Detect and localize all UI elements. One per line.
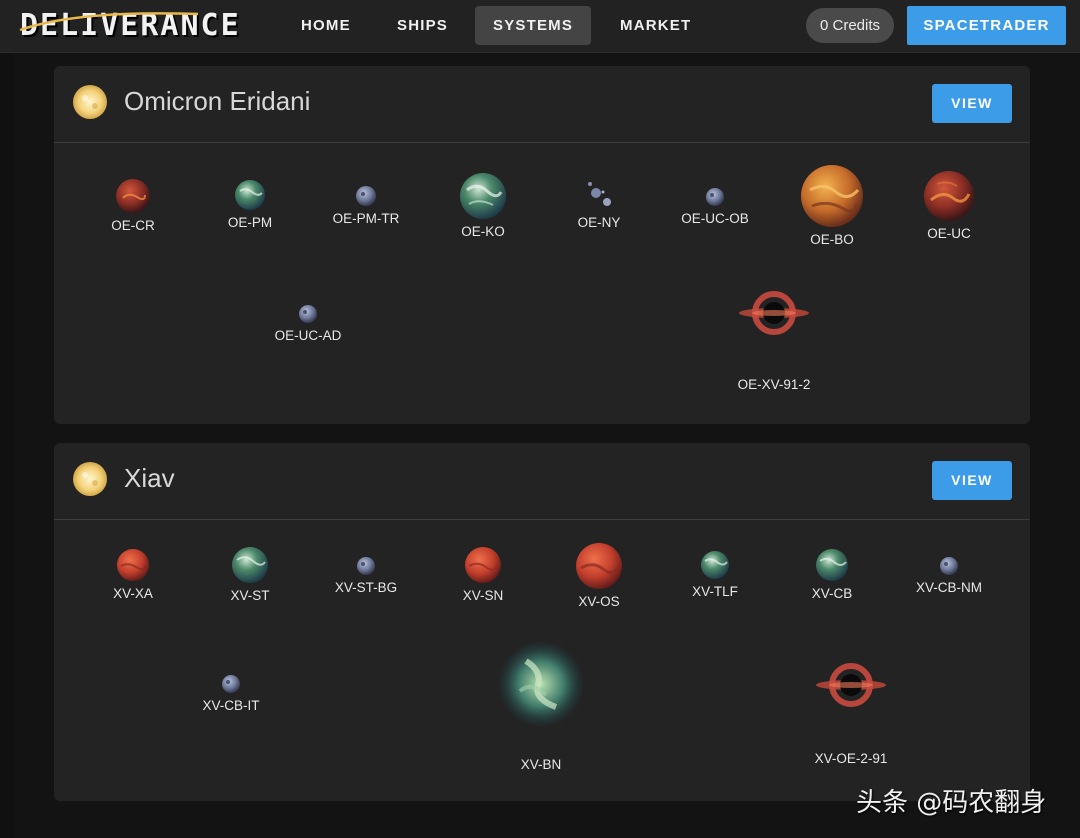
body-label: XV-CB <box>811 586 853 601</box>
body-label: XV-ST <box>230 588 270 603</box>
system-card-header: Xiav VIEW <box>54 443 1030 520</box>
moon-icon <box>940 557 958 575</box>
watermark: 头条 @码农翻身 <box>856 788 1047 818</box>
view-system-button[interactable]: VIEW <box>932 461 1012 500</box>
body-label: XV-CB-IT <box>202 698 260 713</box>
nav-home[interactable]: HOME <box>283 6 369 45</box>
body-label: OE-PM <box>227 215 273 230</box>
page-gutter <box>0 53 14 838</box>
lava-planet-icon <box>924 171 974 221</box>
red-planet-icon <box>576 543 622 589</box>
body-label: XV-OE-2-91 <box>814 751 888 766</box>
top-nav-bar: DELIVERANCE HOME SHIPS SYSTEMS MARKET 0 … <box>0 0 1080 53</box>
body-label: OE-NY <box>577 215 621 230</box>
celestial-body-xv-tlf[interactable]: XV-TLF <box>660 550 770 599</box>
celestial-body-oe-pm-tr[interactable]: OE-PM-TR <box>311 185 421 226</box>
nav-ships[interactable]: SHIPS <box>379 6 466 45</box>
body-label: OE-PM-TR <box>332 211 400 226</box>
view-system-button[interactable]: VIEW <box>932 84 1012 123</box>
celestial-body-xv-cb-nm[interactable]: XV-CB-NM <box>894 556 1004 595</box>
nebula-icon <box>499 642 583 726</box>
nav-systems[interactable]: SYSTEMS <box>475 6 592 45</box>
body-label: OE-UC <box>927 226 971 241</box>
earthlike-planet-icon <box>701 551 729 579</box>
earthlike-planet-icon <box>460 173 506 219</box>
earthlike-planet-icon <box>232 547 268 583</box>
system-title: Omicron Eridani <box>124 86 311 116</box>
red-planet-icon <box>465 547 501 583</box>
body-label: OE-CR <box>111 218 155 233</box>
asteroid-field-icon <box>588 182 611 206</box>
body-label: XV-CB-NM <box>915 580 982 595</box>
spacetrader-button[interactable]: SPACETRADER <box>907 6 1066 45</box>
body-label: OE-XV-91-2 <box>737 377 811 392</box>
wormhole-icon <box>739 291 809 335</box>
moon-icon <box>299 305 317 323</box>
gas-giant-icon <box>801 165 863 227</box>
body-label: XV-OS <box>578 594 620 609</box>
celestial-body-xv-oe-2-91[interactable]: XV-OE-2-91 <box>796 659 906 766</box>
body-label: OE-UC-OB <box>681 211 749 226</box>
earthlike-planet-icon <box>816 549 848 581</box>
moon-icon <box>357 557 375 575</box>
body-label: OE-UC-AD <box>274 328 342 343</box>
nav-market[interactable]: MARKET <box>602 6 709 45</box>
body-label: OE-BO <box>810 232 854 247</box>
celestial-body-xv-cb[interactable]: XV-CB <box>777 548 887 601</box>
star-icon <box>73 85 107 119</box>
celestial-body-oe-bo[interactable]: OE-BO <box>777 164 887 247</box>
body-label: XV-ST-BG <box>334 580 398 595</box>
system-card-header: Omicron Eridani VIEW <box>54 66 1030 143</box>
celestial-body-oe-uc-ob[interactable]: OE-UC-OB <box>660 187 770 226</box>
celestial-body-oe-pm[interactable]: OE-PM <box>195 179 305 230</box>
lava-planet-icon <box>116 179 150 213</box>
celestial-body-oe-uc-ad[interactable]: OE-UC-AD <box>253 304 363 343</box>
body-label: OE-KO <box>461 224 505 239</box>
celestial-body-oe-ko[interactable]: OE-KO <box>428 172 538 239</box>
body-label: XV-TLF <box>692 584 738 599</box>
logo[interactable]: DELIVERANCE <box>19 6 241 44</box>
moon-icon <box>356 186 376 206</box>
earthlike-planet-icon <box>235 180 265 210</box>
system-title: Xiav <box>124 463 175 493</box>
celestial-body-oe-cr[interactable]: OE-CR <box>78 178 188 233</box>
body-label: XV-BN <box>520 757 562 772</box>
celestial-body-xv-os[interactable]: XV-OS <box>544 542 654 609</box>
moon-icon <box>706 188 724 206</box>
system-card-xiav: Xiav VIEW XV-XA XV-ST XV-ST-BG XV-SN XV-… <box>54 443 1030 801</box>
wormhole-icon <box>816 663 886 707</box>
moon-icon <box>222 675 240 693</box>
celestial-body-xv-st[interactable]: XV-ST <box>195 546 305 603</box>
celestial-body-xv-cb-it[interactable]: XV-CB-IT <box>176 674 286 713</box>
body-label: XV-SN <box>462 588 504 603</box>
celestial-body-oe-ny[interactable]: OE-NY <box>544 179 654 230</box>
credits-badge: 0 Credits <box>806 8 894 43</box>
celestial-body-oe-uc[interactable]: OE-UC <box>894 170 1004 241</box>
celestial-body-oe-xv-91-2[interactable]: OE-XV-91-2 <box>719 287 829 392</box>
celestial-body-xv-st-bg[interactable]: XV-ST-BG <box>311 556 421 595</box>
logo-swoosh-icon <box>19 12 199 32</box>
celestial-body-xv-sn[interactable]: XV-SN <box>428 546 538 603</box>
body-label: XV-XA <box>113 586 153 601</box>
celestial-body-xv-bn[interactable]: XV-BN <box>486 641 596 772</box>
red-planet-icon <box>117 549 149 581</box>
celestial-body-xv-xa[interactable]: XV-XA <box>78 548 188 601</box>
star-icon <box>73 462 107 496</box>
system-card-omicron-eridani: Omicron Eridani VIEW OE-CR OE-PM OE-PM-T… <box>54 66 1030 424</box>
